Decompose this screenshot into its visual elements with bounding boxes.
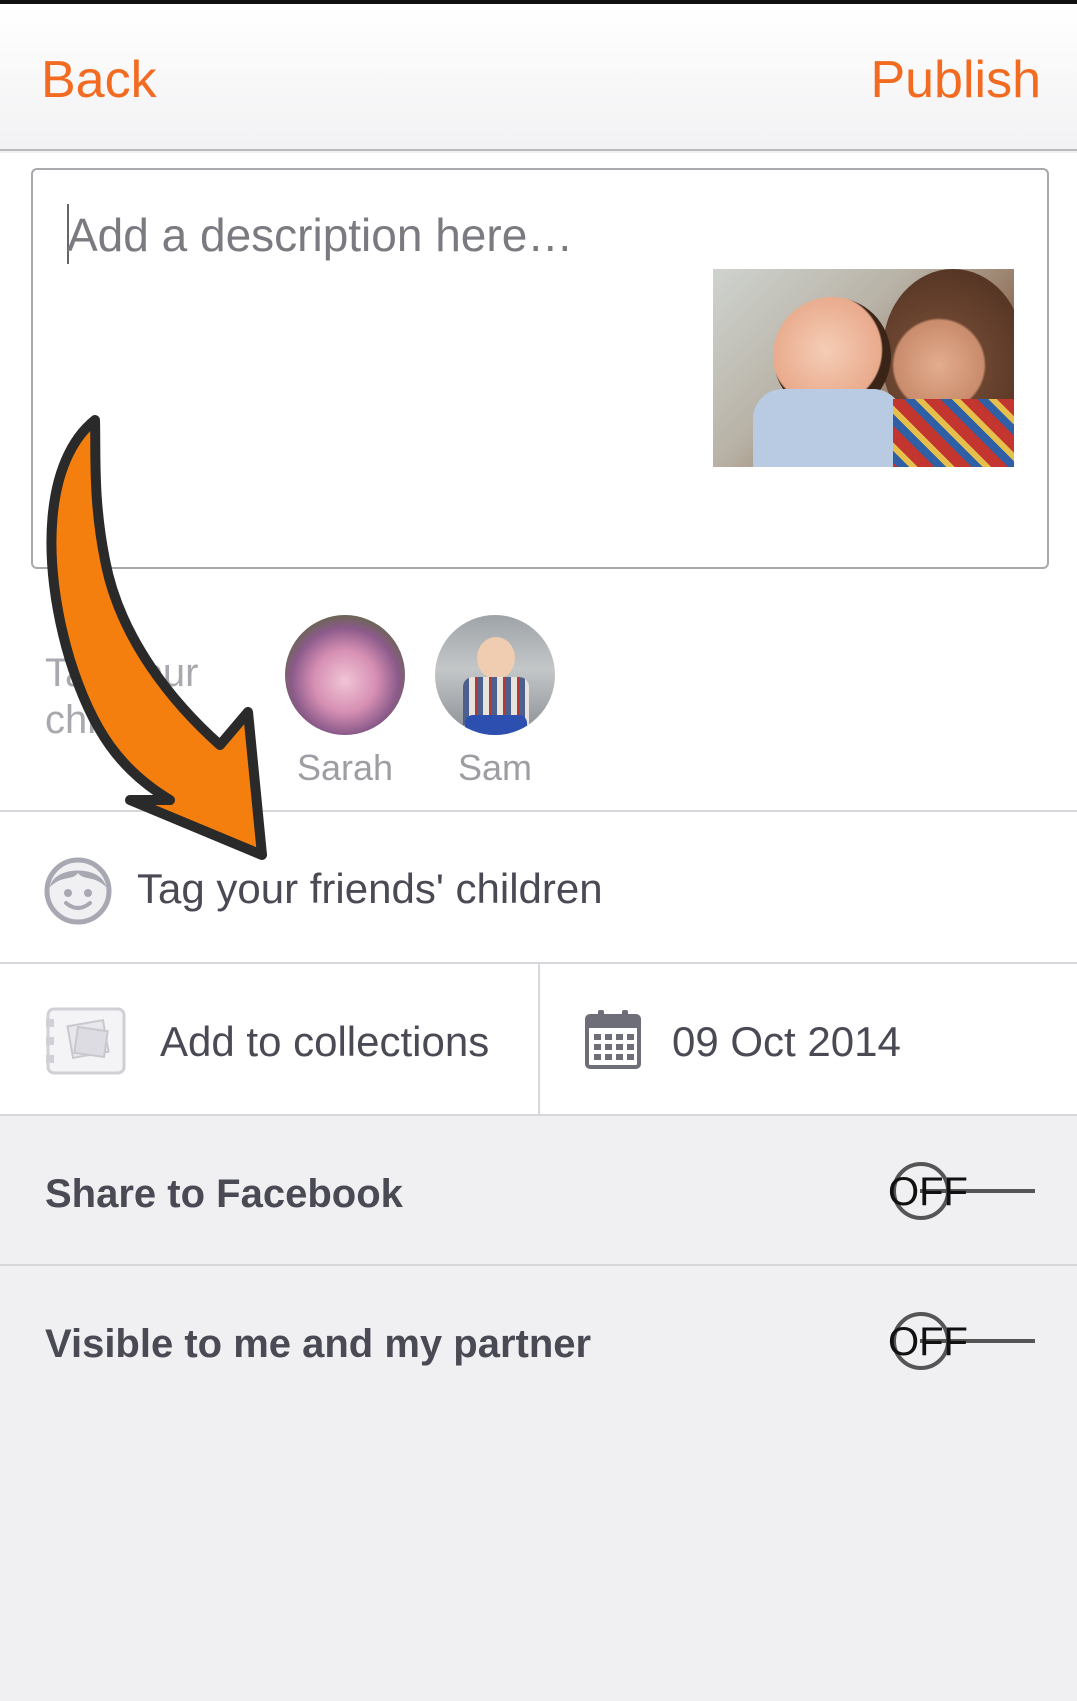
description-input[interactable]	[67, 200, 687, 270]
avatar	[285, 615, 405, 735]
child-tag-sarah[interactable]: Sarah	[285, 615, 405, 789]
tag-friends-label: Tag your friends' children	[137, 865, 603, 912]
share-facebook-row: Share to Facebook OFF	[0, 1116, 1077, 1266]
date-picker[interactable]: 09 Oct 2014	[540, 964, 1077, 1114]
date-value: 09 Oct 2014	[672, 1018, 901, 1065]
face-icon	[44, 857, 112, 925]
toggle-state: OFF	[888, 1170, 968, 1214]
share-facebook-toggle[interactable]: OFF	[880, 1160, 1040, 1222]
child-tag-sam[interactable]: Sam	[435, 615, 555, 789]
child-name: Sarah	[296, 747, 394, 788]
add-to-collections-button[interactable]: Add to collections	[0, 964, 538, 1114]
visibility-toggle[interactable]: OFF	[880, 1310, 1040, 1372]
attached-photo[interactable]	[713, 269, 1014, 467]
top-bar: Back Publish	[0, 4, 1077, 151]
child-name: Sam	[457, 747, 533, 788]
tag-friends-children-row[interactable]: Tag your friends' children	[0, 812, 1077, 962]
toggle-state: OFF	[888, 1320, 968, 1364]
calendar-icon	[585, 1010, 641, 1069]
tag-children-label: Tag your children:	[45, 651, 199, 742]
back-button[interactable]: Back	[41, 50, 157, 110]
visibility-label: Visible to me and my partner	[45, 1322, 592, 1366]
add-to-collections-label: Add to collections	[160, 1018, 490, 1065]
avatar	[435, 615, 555, 735]
album-icon	[46, 1007, 126, 1075]
publish-button[interactable]: Publish	[870, 50, 1041, 110]
visibility-row: Visible to me and my partner OFF	[0, 1266, 1077, 1416]
cell-separator	[538, 964, 540, 1114]
share-facebook-label: Share to Facebook	[45, 1172, 403, 1216]
